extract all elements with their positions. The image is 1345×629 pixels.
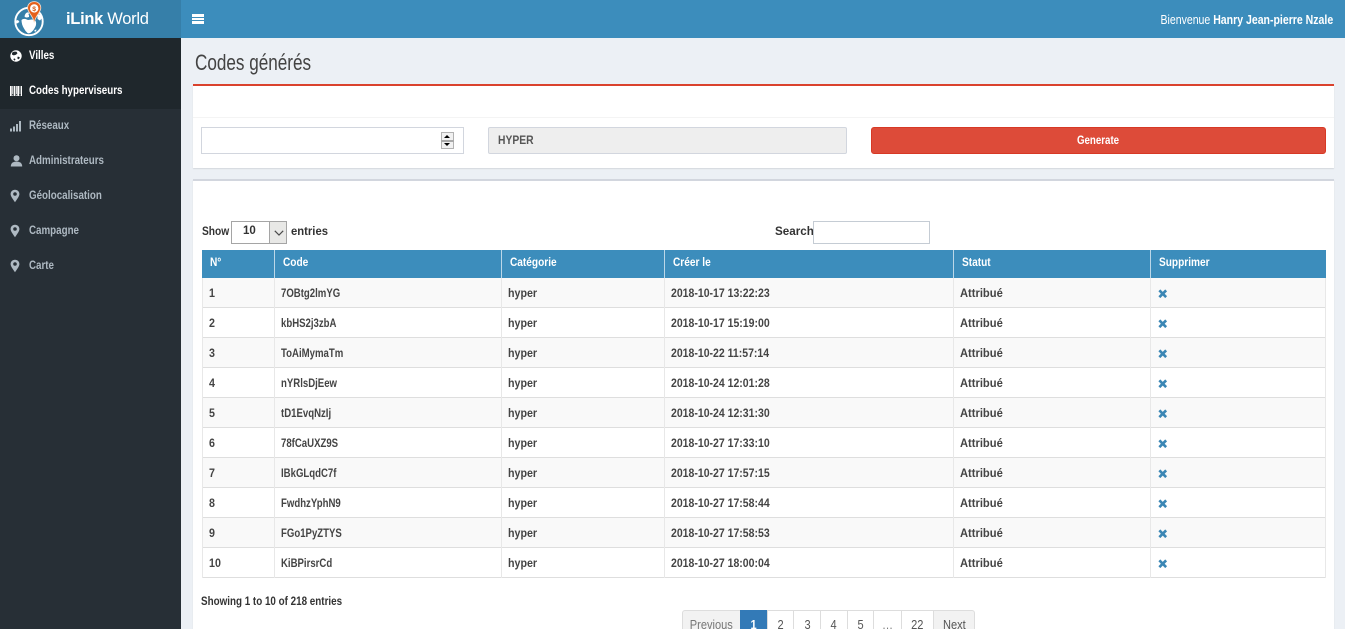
- svg-text:$: $: [32, 6, 36, 13]
